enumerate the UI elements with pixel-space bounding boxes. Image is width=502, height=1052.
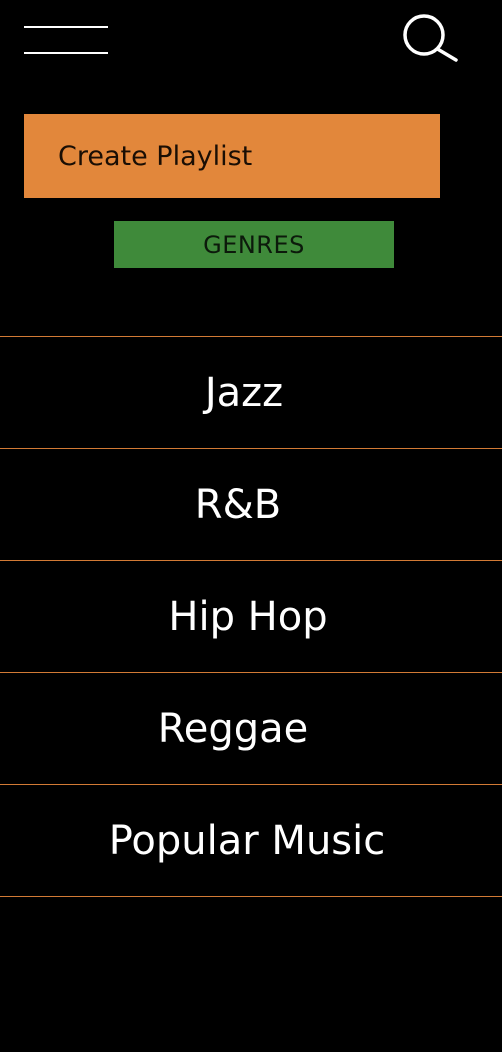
menu-button[interactable] (24, 22, 108, 58)
create-playlist-button[interactable]: Create Playlist (24, 114, 440, 198)
genre-item-reggae[interactable]: Reggae (0, 673, 502, 785)
genre-item-jazz[interactable]: Jazz (0, 337, 502, 449)
genre-list: Jazz R&B Hip Hop Reggae Popular Music (0, 336, 502, 897)
genre-label: Reggae (157, 705, 309, 752)
search-button[interactable] (400, 12, 460, 64)
menu-line-bottom (24, 52, 108, 54)
genre-item-rnb[interactable]: R&B (0, 449, 502, 561)
create-playlist-label: Create Playlist (58, 140, 253, 172)
search-icon (403, 14, 458, 62)
genres-heading-label: GENRES (203, 230, 305, 259)
genre-label: Jazz (204, 369, 284, 416)
genre-label: Popular Music (108, 817, 386, 864)
genres-heading: GENRES (114, 221, 394, 268)
genre-item-popular-music[interactable]: Popular Music (0, 785, 502, 897)
genre-label: Hip Hop (168, 593, 328, 640)
genre-label: R&B (194, 481, 282, 528)
menu-line-top (24, 26, 108, 28)
genre-item-hip-hop[interactable]: Hip Hop (0, 561, 502, 673)
